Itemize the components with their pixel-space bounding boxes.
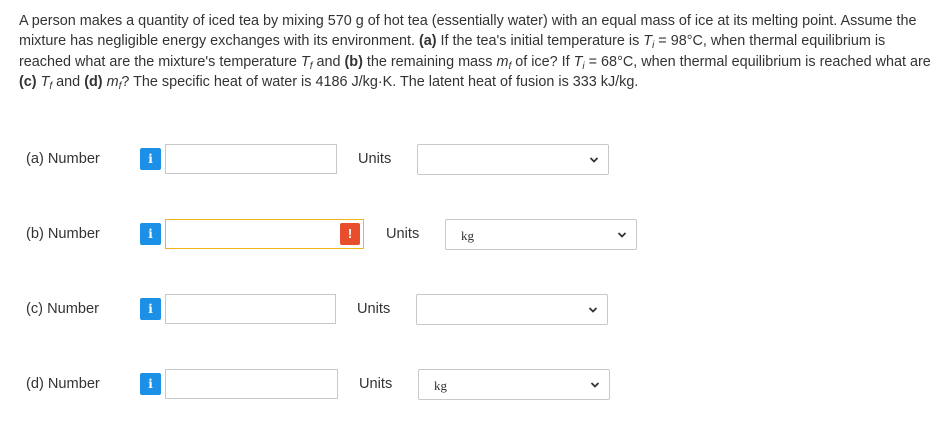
info-icon[interactable]: i xyxy=(140,373,161,395)
part-b-units-select[interactable]: kg xyxy=(445,219,637,250)
part-a-number-input[interactable] xyxy=(165,144,337,174)
part-b-units-value: kg xyxy=(461,228,474,243)
answer-row-c: (c) Number i Units xyxy=(0,293,951,327)
part-b-label: (b) Number xyxy=(26,226,100,242)
info-icon[interactable]: i xyxy=(140,148,161,170)
info-icon[interactable]: i xyxy=(140,223,161,245)
warning-icon: ! xyxy=(340,223,360,245)
chevron-down-icon xyxy=(590,382,600,388)
chevron-down-icon xyxy=(617,232,627,238)
part-d-number-input[interactable] xyxy=(165,369,338,399)
part-a-units-select[interactable] xyxy=(417,144,609,175)
part-d-label: (d) Number xyxy=(26,376,100,392)
part-d-units-label: Units xyxy=(359,376,393,392)
answer-row-d: (d) Number i Units kg xyxy=(0,368,951,402)
part-b-units-label: Units xyxy=(386,226,420,242)
part-c-units-label: Units xyxy=(357,301,391,317)
part-c-number-input[interactable] xyxy=(165,294,336,324)
info-icon[interactable]: i xyxy=(140,298,161,320)
problem-statement: A person makes a quantity of iced tea by… xyxy=(19,13,931,92)
part-d-units-select[interactable]: kg xyxy=(418,369,610,400)
part-c-units-select[interactable] xyxy=(416,294,608,325)
answer-row-a: (a) Number i Units xyxy=(0,143,951,177)
part-a-units-label: Units xyxy=(358,151,392,167)
part-c-label: (c) Number xyxy=(26,301,99,317)
answer-row-b: (b) Number i ! Units kg xyxy=(0,218,951,252)
chevron-down-icon xyxy=(588,307,598,313)
part-b-number-input[interactable] xyxy=(165,219,364,249)
part-d-units-value: kg xyxy=(434,378,447,393)
chevron-down-icon xyxy=(589,157,599,163)
part-a-label: (a) Number xyxy=(26,151,100,167)
